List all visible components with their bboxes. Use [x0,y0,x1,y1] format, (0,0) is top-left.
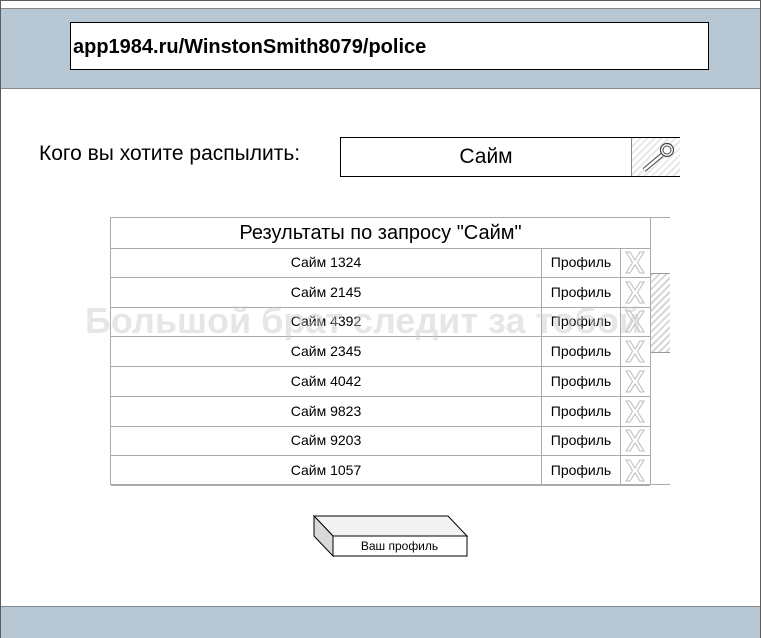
x-delete-icon[interactable] [623,339,647,364]
result-name: Сайм 9203 [111,426,542,456]
magnifier-icon [642,142,675,172]
profile-link[interactable]: Профиль [542,248,621,277]
result-row: Сайм 1324 Профиль [111,248,650,278]
x-delete-icon[interactable] [623,428,647,453]
profile-link[interactable]: Профиль [542,396,621,426]
result-name: Сайм 4392 [111,307,542,337]
result-row: Сайм 2145 Профиль [111,277,650,308]
search-input[interactable]: Сайм [341,138,631,176]
x-delete-icon[interactable] [623,309,647,334]
profile-link[interactable]: Профиль [542,307,621,337]
result-row: Сайм 2345 Профиль [111,337,650,368]
result-name: Сайм 4042 [111,366,542,396]
profile-link[interactable]: Профиль [542,426,621,456]
x-delete-icon[interactable] [623,369,647,394]
result-name: Сайм 1057 [111,455,542,485]
results-table: Результаты по запросу "Сайм" Сайм 1324 Пр… [110,217,670,486]
result-name: Сайм 1324 [111,248,542,277]
profile-link[interactable]: Профиль [542,455,621,485]
x-delete-icon[interactable] [623,280,647,305]
result-row: Сайм 1057 Профиль [111,455,650,486]
search-box: Сайм [340,137,680,177]
search-button[interactable] [631,138,680,176]
result-row: Сайм 9203 Профиль [111,426,650,457]
scrollbar[interactable] [650,218,670,484]
scrollbar-thumb[interactable] [651,273,670,353]
x-delete-icon[interactable] [623,250,647,275]
x-delete-icon[interactable] [623,399,647,424]
result-name: Сайм 9823 [111,396,542,426]
result-row: Сайм 4392 Профиль [111,307,650,338]
my-profile-label[interactable]: Ваш профиль [332,537,467,556]
profile-link[interactable]: Профиль [542,366,621,396]
result-row: Сайм 9823 Профиль [111,396,650,427]
results-title: Результаты по запросу "Сайм" [111,218,650,249]
profile-link[interactable]: Профиль [542,277,621,307]
result-name: Сайм 2345 [111,337,542,367]
search-prompt-label: Кого вы хотите распылить: [39,142,301,165]
x-delete-icon[interactable] [623,458,647,483]
result-name: Сайм 2145 [111,277,542,307]
status-bar [1,606,760,638]
address-bar[interactable]: app1984.ru/WinstonSmith8079/police [70,22,709,70]
profile-link[interactable]: Профиль [542,337,621,367]
result-row: Сайм 4042 Профиль [111,366,650,397]
